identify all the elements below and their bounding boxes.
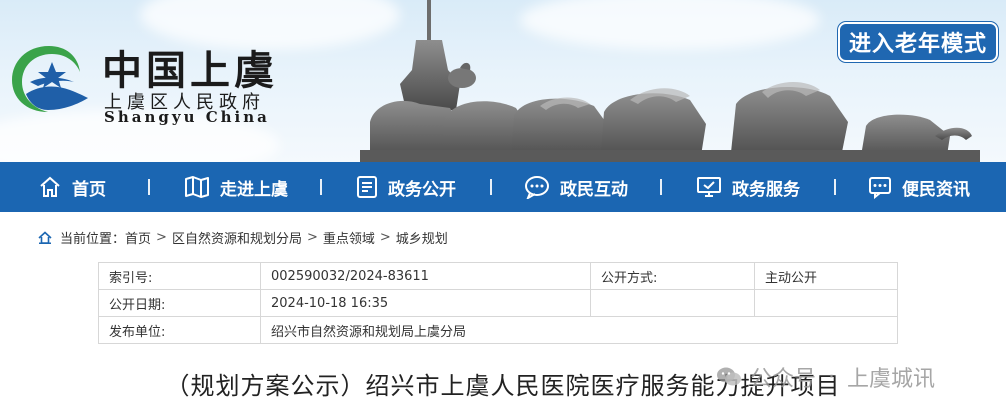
watermark-separator: · [828,364,836,390]
table-row: 公开日期: 2024-10-18 16:35 [98,289,898,317]
nav-item-about[interactable]: 走进上虞 [184,162,288,212]
main-nav: 首页 走进上虞 政务公开 政民互动 政务服务 便民资讯 [0,162,1006,212]
nav-item-label: 首页 [72,179,106,200]
empty-cell [590,289,755,317]
home-icon [38,230,52,244]
document-icon [357,176,377,198]
wechat-icon [717,367,741,386]
logo-english: Shangyu China [104,108,270,126]
breadcrumb-link-home[interactable]: 首页 [125,228,151,247]
breadcrumb-link-planning[interactable]: 城乡规划 [396,228,448,247]
monitor-icon [697,177,721,197]
nav-item-gov-info[interactable]: 政务公开 [356,162,456,212]
nav-item-news[interactable]: 便民资讯 [868,162,970,212]
nav-item-label: 政务服务 [732,179,800,200]
message-icon [869,177,891,199]
watermark-source: 公众号 [750,367,817,392]
watermark-account: 上虞城讯 [847,367,936,392]
index-value: 002590032/2024-83611 [260,262,591,290]
empty-cell [754,289,898,317]
nav-item-label: 政民互动 [560,179,628,200]
nav-divider [660,179,662,195]
method-label: 公开方式: [590,262,755,290]
breadcrumb-link-bureau[interactable]: 区自然资源和规划分局 [172,228,302,247]
breadcrumb: 当前位置： 首页 > 区自然资源和规划分局 > 重点领域 > 城乡规划 [38,226,448,248]
nav-divider [834,179,836,195]
breadcrumb-separator: > [156,229,167,245]
nav-item-label: 走进上虞 [220,179,288,200]
publisher-value: 绍兴市自然资源和规划局上虞分局 [260,316,898,344]
nav-item-interaction[interactable]: 政民互动 [524,162,628,212]
wechat-watermark: 公众号 · 上虞城讯 [716,354,935,400]
method-value: 主动公开 [754,262,898,290]
publisher-label: 发布单位: [98,316,261,344]
elder-mode-button[interactable]: 进入老年模式 [838,22,998,62]
nav-divider [148,179,150,195]
nav-item-services[interactable]: 政务服务 [696,162,800,212]
table-row: 发布单位: 绍兴市自然资源和规划局上虞分局 [98,316,898,344]
site-banner: 中国上虞 上虞区人民政府 Shangyu China 进入老年模式 [0,0,1006,162]
date-value: 2024-10-18 16:35 [260,289,591,317]
nav-divider [490,179,492,195]
document-info-table: 索引号: 002590032/2024-83611 公开方式: 主动公开 公开日… [98,262,898,344]
breadcrumb-link-key-areas[interactable]: 重点领域 [323,228,375,247]
map-icon [185,176,209,198]
home-icon [40,176,60,197]
index-label: 索引号: [98,262,261,290]
nav-item-home[interactable]: 首页 [38,162,106,212]
nav-item-label: 便民资讯 [902,179,970,200]
shangyu-logo-icon [12,46,88,112]
nav-item-label: 政务公开 [388,179,456,200]
chat-icon [525,176,549,199]
breadcrumb-separator: > [306,229,318,245]
breadcrumb-separator: > [379,229,391,245]
nav-divider [320,179,322,195]
table-row: 索引号: 002590032/2024-83611 公开方式: 主动公开 [98,262,898,290]
date-label: 公开日期: [98,289,261,317]
breadcrumb-prefix: 当前位置： [60,231,126,247]
